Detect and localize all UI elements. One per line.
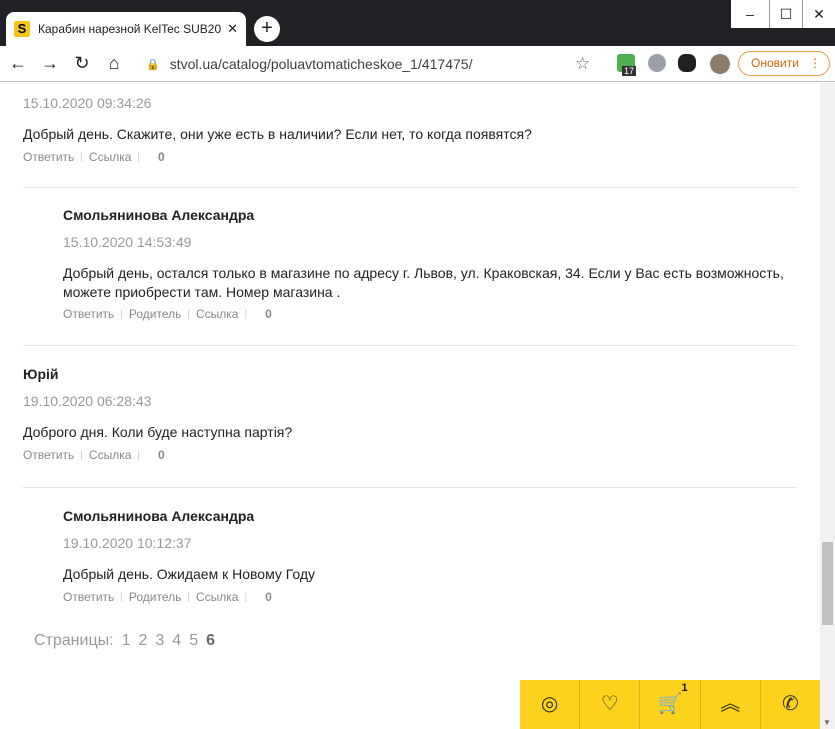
update-button[interactable]: Оновити ⋮: [738, 51, 830, 76]
parent-link[interactable]: Родитель: [129, 590, 181, 604]
cart-count-badge: 1: [681, 682, 688, 694]
bookmark-star-icon[interactable]: ☆: [575, 54, 590, 74]
parent-link[interactable]: Родитель: [129, 307, 181, 321]
reply-link[interactable]: Ответить: [23, 150, 74, 164]
vote-count[interactable]: 0: [265, 307, 272, 321]
close-window-button[interactable]: ✕: [802, 0, 835, 28]
maximize-button[interactable]: ☐: [769, 0, 802, 28]
scrollbar[interactable]: ▼: [820, 83, 835, 729]
comment-author: Смольянинова Александра: [63, 508, 255, 524]
scrollbar-thumb[interactable]: [822, 542, 833, 625]
link-link[interactable]: Ссылка: [196, 590, 238, 604]
comment-date: 15.10.2020 09:34:26: [23, 95, 152, 111]
comment-text: Добрый день. Скажите, они уже есть в нал…: [23, 126, 532, 142]
comment-text: Добрый день. Ожидаем к Новому Году: [63, 566, 316, 582]
reply-link[interactable]: Ответить: [23, 448, 74, 462]
forward-icon[interactable]: →: [34, 53, 66, 74]
back-icon[interactable]: ←: [2, 53, 34, 74]
cart-icon[interactable]: 🛒 1: [639, 680, 699, 729]
comment-author: Юрій: [23, 366, 59, 382]
comment-reply: Смольянинова Александра 15.10.2020 14:53…: [63, 207, 796, 321]
comment-text: Добрый день, остался только в магазине п…: [63, 265, 784, 300]
page-link[interactable]: 2: [138, 632, 147, 650]
reply-link[interactable]: Ответить: [63, 590, 114, 604]
link-link[interactable]: Ссылка: [89, 448, 131, 462]
page-link[interactable]: 3: [155, 632, 164, 650]
comment: Юрій 19.10.2020 06:28:43 Доброго дня. Ко…: [23, 366, 796, 462]
divider: [23, 345, 796, 346]
vote-count[interactable]: 0: [265, 590, 272, 604]
vote-count[interactable]: 0: [158, 448, 165, 462]
link-link[interactable]: Ссылка: [196, 307, 238, 321]
minimize-button[interactable]: –: [731, 0, 769, 28]
comments-section: 15.10.2020 09:34:26 Добрый день. Скажите…: [0, 83, 820, 729]
scroll-up-icon[interactable]: ︽: [699, 680, 760, 729]
page-link[interactable]: 1: [122, 632, 131, 650]
site-favicon: S: [14, 21, 30, 37]
title-bar: S Карабин нарезной KelTec SUB2000 ✕ + – …: [0, 0, 835, 46]
pagination-label: Страницы:: [34, 632, 114, 649]
update-label: Оновити: [751, 56, 799, 70]
comment-date: 19.10.2020 10:12:37: [63, 535, 192, 551]
url-text: stvol.ua/catalog/poluavtomaticheskoe_1/4…: [169, 56, 473, 72]
comment: 15.10.2020 09:34:26 Добрый день. Скажите…: [23, 95, 796, 164]
current-page: 6: [206, 632, 215, 649]
address-bar[interactable]: 🔒 stvol.ua/catalog/poluavtomaticheskoe_1…: [146, 50, 606, 78]
close-tab-icon[interactable]: ✕: [227, 21, 238, 37]
comment-reply: Смольянинова Александра 19.10.2020 10:12…: [63, 508, 796, 604]
shield-extension-icon[interactable]: [648, 54, 666, 72]
target-icon[interactable]: ◎: [520, 680, 579, 729]
browser-toolbar: ← → ↻ ⌂ 🔒 stvol.ua/catalog/poluavtomatic…: [0, 46, 835, 82]
comment-date: 19.10.2020 06:28:43: [23, 393, 152, 409]
comment-author: Смольянинова Александра: [63, 207, 255, 223]
puzzle-extensions-icon[interactable]: [678, 54, 696, 72]
new-tab-button[interactable]: +: [254, 16, 280, 42]
pagination: Страницы: 1 2 3 4 5 6: [34, 632, 215, 650]
comment-text: Доброго дня. Коли буде наступна партія?: [23, 424, 293, 440]
comment-date: 15.10.2020 14:53:49: [63, 234, 192, 250]
link-link[interactable]: Ссылка: [89, 150, 131, 164]
page-link[interactable]: 4: [172, 632, 181, 650]
tab-title: Карабин нарезной KelTec SUB2000: [38, 22, 222, 36]
divider: [23, 187, 796, 188]
profile-avatar[interactable]: [710, 54, 730, 74]
extension-badge: 17: [622, 66, 637, 76]
home-icon[interactable]: ⌂: [98, 53, 130, 74]
divider: [23, 487, 796, 488]
menu-dots-icon[interactable]: ⋮: [809, 52, 821, 75]
page-link[interactable]: 5: [189, 632, 198, 650]
browser-tab[interactable]: S Карабин нарезной KelTec SUB2000 ✕: [6, 12, 246, 46]
scroll-down-arrow[interactable]: ▼: [823, 718, 831, 727]
phone-icon[interactable]: ✆: [759, 680, 820, 729]
reply-link[interactable]: Ответить: [63, 307, 114, 321]
lock-icon: 🔒: [146, 58, 160, 71]
reload-icon[interactable]: ↻: [66, 53, 98, 74]
vote-count[interactable]: 0: [158, 150, 165, 164]
heart-icon[interactable]: ♡: [579, 680, 639, 729]
bottom-action-bar: ◎ ♡ 🛒 1 ︽ ✆: [520, 680, 820, 729]
